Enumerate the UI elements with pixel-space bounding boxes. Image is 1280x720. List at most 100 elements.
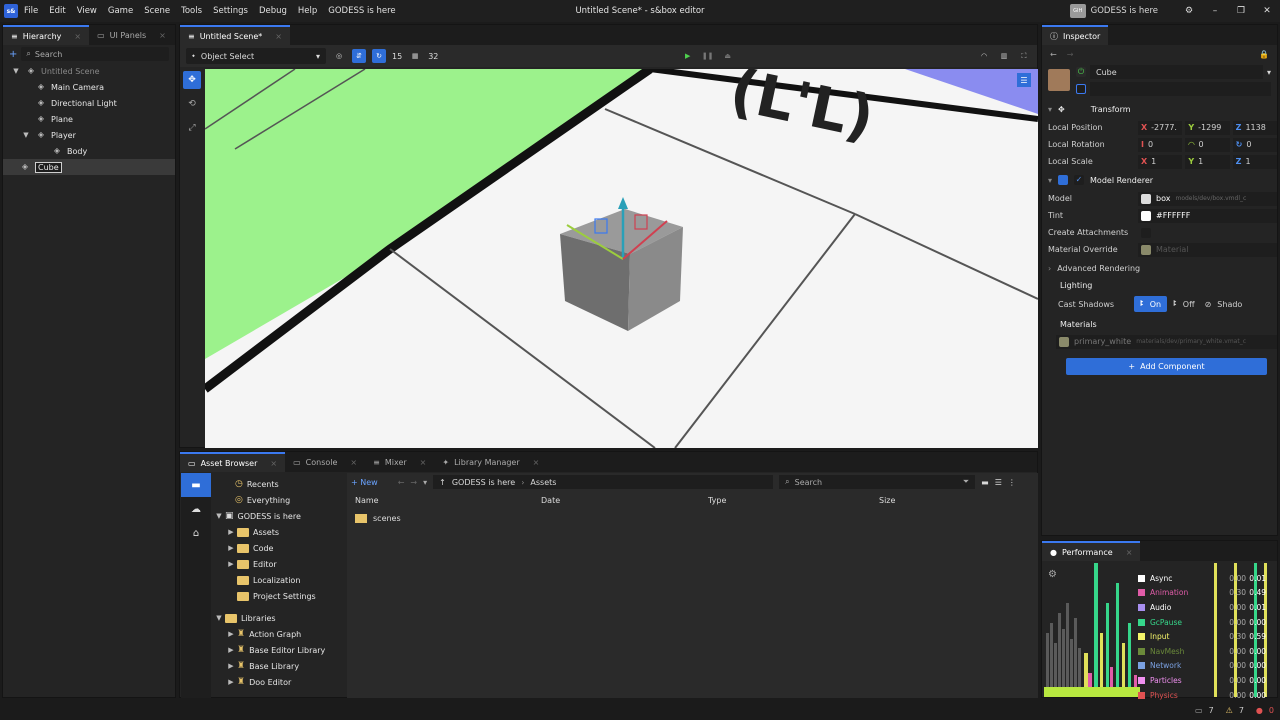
- pause-icon[interactable]: ❚❚: [701, 49, 715, 63]
- close-icon[interactable]: ×: [159, 31, 166, 40]
- scale-x-field[interactable]: X1: [1138, 154, 1183, 169]
- view-options-icon[interactable]: ☰: [1017, 73, 1031, 87]
- close-icon[interactable]: ×: [533, 458, 540, 467]
- grid-icon[interactable]: ▦: [408, 49, 422, 63]
- col-date[interactable]: Date: [541, 496, 708, 505]
- path-bar[interactable]: ↑ GODESS is here › Assets: [433, 475, 774, 489]
- position-z-field[interactable]: Z 1138: [1232, 120, 1277, 135]
- chevron-down-icon[interactable]: ▼: [213, 512, 225, 520]
- menu-debug[interactable]: Debug: [259, 6, 287, 16]
- fullscreen-icon[interactable]: ⛶: [1017, 49, 1031, 63]
- rotation-yaw-field[interactable]: ◠ 0: [1185, 137, 1230, 152]
- menu-game[interactable]: Game: [108, 6, 133, 16]
- scale-tool-icon[interactable]: ⤢: [183, 119, 201, 137]
- tree-code[interactable]: ▶ Code: [213, 540, 345, 556]
- tab-console[interactable]: ▭ Console ×: [285, 452, 365, 472]
- scene-view[interactable]: (L'L): [205, 69, 1038, 448]
- chevron-down-icon[interactable]: ▼: [11, 67, 21, 75]
- chevron-down-icon[interactable]: ▼: [21, 131, 31, 139]
- tree-libraries[interactable]: ▼ Libraries: [213, 610, 345, 626]
- snap-rotate-icon[interactable]: ↻: [372, 49, 386, 63]
- power-icon[interactable]: ⏻: [1076, 67, 1086, 77]
- play-icon[interactable]: ▶: [681, 49, 695, 63]
- color-swatch[interactable]: [1141, 210, 1151, 221]
- chevron-right-icon[interactable]: ▶: [225, 630, 237, 638]
- move-tool-icon[interactable]: ✥: [183, 71, 201, 89]
- col-name[interactable]: Name: [347, 496, 541, 505]
- breadcrumb-assets[interactable]: Assets: [530, 478, 556, 487]
- chevron-right-icon[interactable]: ▶: [225, 646, 237, 654]
- menu-tools[interactable]: Tools: [181, 6, 202, 16]
- chevron-right-icon[interactable]: ▶: [225, 560, 237, 568]
- chevron-down-icon[interactable]: ▾: [1267, 68, 1271, 77]
- close-icon[interactable]: ×: [1126, 548, 1133, 557]
- tree-localization[interactable]: Localization: [213, 572, 345, 588]
- position-y-field[interactable]: Y -1299: [1185, 120, 1230, 135]
- shadow-off-button[interactable]: ꔪ Off: [1167, 299, 1201, 309]
- chevron-right-icon[interactable]: ▶: [225, 662, 237, 670]
- chevron-right-icon[interactable]: ▶: [225, 678, 237, 686]
- tree-editor[interactable]: ▶ Editor: [213, 556, 345, 572]
- lock-icon[interactable]: 🔒: [1259, 50, 1269, 59]
- globe-icon[interactable]: ◎: [332, 49, 346, 63]
- menu-settings[interactable]: Settings: [213, 6, 248, 16]
- layout-icon[interactable]: ▥: [997, 49, 1011, 63]
- more-icon[interactable]: ⋮: [1008, 478, 1016, 487]
- tree-item-player[interactable]: ▼ ◈ Player: [3, 127, 175, 143]
- advanced-rendering-row[interactable]: › Advanced Rendering: [1042, 260, 1277, 277]
- tab-ui-panels[interactable]: ▭ UI Panels ×: [89, 25, 174, 45]
- close-icon[interactable]: ×: [420, 458, 427, 467]
- tree-item-main-camera[interactable]: ◈ Main Camera: [3, 79, 175, 95]
- tree-item-cube[interactable]: ◈ Cube: [3, 159, 175, 175]
- rotation-pitch-field[interactable]: I0: [1138, 137, 1183, 152]
- shadow-on-button[interactable]: ꔪ On: [1134, 296, 1168, 312]
- object-name-input[interactable]: Cube: [1090, 65, 1263, 79]
- close-icon[interactable]: ×: [275, 32, 282, 41]
- filter-icon[interactable]: ⏷: [963, 477, 969, 487]
- rotation-roll-field[interactable]: ↻ 0: [1232, 137, 1277, 152]
- tab-performance[interactable]: ● Performance ×: [1042, 541, 1141, 561]
- rotation-snap-value[interactable]: 15: [392, 52, 402, 61]
- tree-item-directional-light[interactable]: ◈ Directional Light: [3, 95, 175, 111]
- warning-icon[interactable]: ⚠: [1226, 706, 1233, 715]
- minimize-icon[interactable]: –: [1202, 6, 1228, 16]
- menu-view[interactable]: View: [77, 6, 97, 16]
- col-type[interactable]: Type: [708, 496, 879, 505]
- close-icon[interactable]: ×: [350, 458, 357, 467]
- search-input[interactable]: ⌕ Search: [21, 47, 169, 61]
- user-name[interactable]: GODESS is here: [1091, 6, 1158, 16]
- shadow-only-button[interactable]: ⊘ Shado: [1201, 300, 1247, 309]
- model-field[interactable]: box models/dev/box.vmdl_c: [1138, 191, 1277, 206]
- enabled-checkbox[interactable]: ✓: [1074, 175, 1085, 185]
- tint-field[interactable]: #FFFFFF: [1138, 208, 1277, 223]
- breadcrumb-project[interactable]: GODESS is here: [452, 478, 515, 487]
- tab-inspector[interactable]: ⓘ Inspector: [1042, 25, 1109, 45]
- mode-dropdown[interactable]: ⬩ Object Select ▾: [186, 48, 326, 64]
- tree-base-library[interactable]: ▶ ♜ Base Library: [213, 658, 345, 674]
- tree-item-plane[interactable]: ◈ Plane: [3, 111, 175, 127]
- close-icon[interactable]: ×: [270, 459, 277, 468]
- gear-icon[interactable]: ⚙: [1176, 6, 1202, 16]
- grid-size-value[interactable]: 32: [428, 52, 438, 61]
- tag-icon[interactable]: [1076, 84, 1086, 94]
- forward-icon[interactable]: →: [410, 478, 417, 487]
- tab-library-manager[interactable]: ✦ Library Manager ×: [434, 452, 547, 472]
- tree-action-graph[interactable]: ▶ ♜ Action Graph: [213, 626, 345, 642]
- tab-mixer[interactable]: ≡ Mixer ×: [365, 452, 434, 472]
- menu-scene[interactable]: Scene: [144, 6, 170, 16]
- back-icon[interactable]: ←: [398, 478, 405, 487]
- wifi-icon[interactable]: ◠: [977, 49, 991, 63]
- asset-search-input[interactable]: ⌕ Search ⏷: [779, 475, 976, 489]
- info-icon[interactable]: ▭: [1195, 706, 1203, 715]
- scale-y-field[interactable]: Y1: [1185, 154, 1230, 169]
- eject-icon[interactable]: ⏏: [721, 49, 735, 63]
- rotate-tool-icon[interactable]: ⟲: [183, 95, 201, 113]
- local-space-icon[interactable]: ⇵: [352, 49, 366, 63]
- tree-project-settings[interactable]: Project Settings: [213, 588, 345, 604]
- home-icon[interactable]: ⌂: [181, 521, 211, 545]
- file-row-scenes[interactable]: scenes: [347, 509, 1038, 527]
- forward-icon[interactable]: →: [1067, 50, 1074, 59]
- local-folder-icon[interactable]: ▬: [181, 473, 211, 497]
- add-component-button[interactable]: + Add Component: [1066, 358, 1267, 375]
- create-attachments-checkbox[interactable]: [1141, 227, 1151, 238]
